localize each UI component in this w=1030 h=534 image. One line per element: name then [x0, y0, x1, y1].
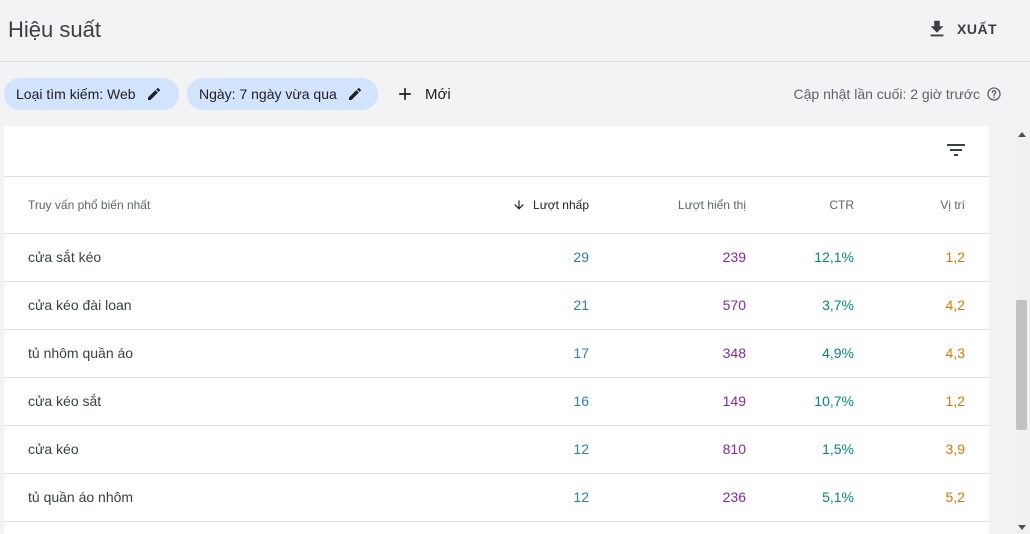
new-filter-button[interactable]: Mới	[395, 80, 451, 108]
scrollbar-thumb[interactable]	[1016, 300, 1027, 430]
scroll-down-arrow-icon[interactable]	[1018, 525, 1026, 530]
cell-ctr: 4,9%	[822, 345, 854, 361]
cell-query: cửa kéo đài loan	[28, 297, 132, 313]
pencil-icon[interactable]	[347, 86, 363, 102]
filter-chip-search-type[interactable]: Loại tìm kiếm: Web	[4, 78, 179, 110]
download-icon	[930, 20, 944, 37]
cell-query: cửa sắt kéo	[28, 249, 102, 265]
cell-position: 5,2	[945, 489, 965, 505]
column-header-clicks-label: Lượt nhấp	[533, 198, 589, 212]
cell-ctr: 5,1%	[822, 489, 854, 505]
filter-icon[interactable]	[944, 138, 968, 162]
cell-clicks: 17	[573, 345, 589, 361]
filter-chip-date[interactable]: Ngày: 7 ngày vừa qua	[187, 78, 378, 110]
chip-label: Ngày: 7 ngày vừa qua	[199, 86, 337, 102]
export-label: XUẤT	[957, 21, 998, 37]
new-filter-label: Mới	[425, 85, 451, 103]
cell-position: 4,3	[945, 345, 965, 361]
queries-card: Truy vấn phổ biến nhất Lượt nhấp Lượt hi…	[4, 126, 989, 534]
table-toolbar	[4, 126, 989, 177]
cell-impressions: 149	[722, 393, 746, 409]
cell-clicks: 12	[573, 441, 589, 457]
arrow-down-icon	[514, 200, 524, 210]
cell-query: tủ quần áo nhôm	[28, 489, 134, 505]
page-header: Hiệu suất XUẤT	[0, 0, 1030, 62]
table-row[interactable]: cửa kéo 12 810 1,5% 3,9	[4, 426, 989, 474]
cell-ctr: 10,7%	[814, 393, 854, 409]
column-header-position[interactable]: Vị trí	[940, 198, 965, 212]
cell-ctr: 12,1%	[814, 249, 854, 265]
cell-ctr: 1,5%	[822, 441, 854, 457]
table-header: Truy vấn phổ biến nhất Lượt nhấp Lượt hi…	[4, 177, 989, 234]
last-update-info: Cập nhật lần cuối: 2 giờ trước	[794, 86, 1003, 102]
cell-clicks: 29	[573, 249, 589, 265]
cell-impressions: 239	[722, 249, 746, 265]
last-update-text: Cập nhật lần cuối: 2 giờ trước	[793, 86, 981, 102]
cell-clicks: 21	[573, 297, 589, 313]
cell-ctr: 3,7%	[822, 297, 854, 313]
table-row[interactable]: cửa sắt kéo 29 239 12,1% 1,2	[4, 234, 989, 282]
cell-impressions: 348	[722, 345, 746, 361]
cell-position: 1,2	[945, 393, 965, 409]
table-row[interactable]: cửa kéo sắt 16 149 10,7% 1,2	[4, 378, 989, 426]
cell-query: cửa kéo	[28, 441, 79, 457]
column-header-clicks[interactable]: Lượt nhấp	[512, 198, 589, 212]
cell-impressions: 810	[722, 441, 746, 457]
column-header-ctr[interactable]: CTR	[829, 198, 854, 212]
cell-position: 4,2	[945, 297, 965, 313]
column-header-impressions[interactable]: Lượt hiển thị	[678, 198, 746, 212]
cell-impressions: 570	[722, 297, 746, 313]
cell-clicks: 16	[573, 393, 589, 409]
scroll-up-arrow-icon[interactable]	[1018, 132, 1026, 137]
chip-label: Loại tìm kiếm: Web	[16, 86, 136, 102]
plus-icon	[399, 88, 411, 100]
vertical-scrollbar[interactable]	[1014, 126, 1030, 534]
cell-impressions: 236	[722, 489, 746, 505]
column-header-query: Truy vấn phổ biến nhất	[28, 198, 151, 212]
page-title: Hiệu suất	[8, 17, 101, 42]
pencil-icon[interactable]	[146, 86, 162, 102]
help-circle-icon[interactable]	[986, 86, 1002, 102]
cell-position: 1,2	[945, 249, 965, 265]
export-button[interactable]: XUẤT	[926, 14, 997, 44]
table-row[interactable]: tủ quần áo nhôm 12 236 5,1% 5,2	[4, 474, 989, 522]
cell-clicks: 12	[573, 489, 589, 505]
table-row[interactable]: cửa kéo đài loan 21 570 3,7% 4,2	[4, 282, 989, 330]
table-row[interactable]: tủ nhôm quần áo 17 348 4,9% 4,3	[4, 330, 989, 378]
cell-query: tủ nhôm quần áo	[28, 345, 134, 361]
cell-position: 3,9	[945, 441, 965, 457]
cell-query: cửa kéo sắt	[28, 393, 102, 409]
